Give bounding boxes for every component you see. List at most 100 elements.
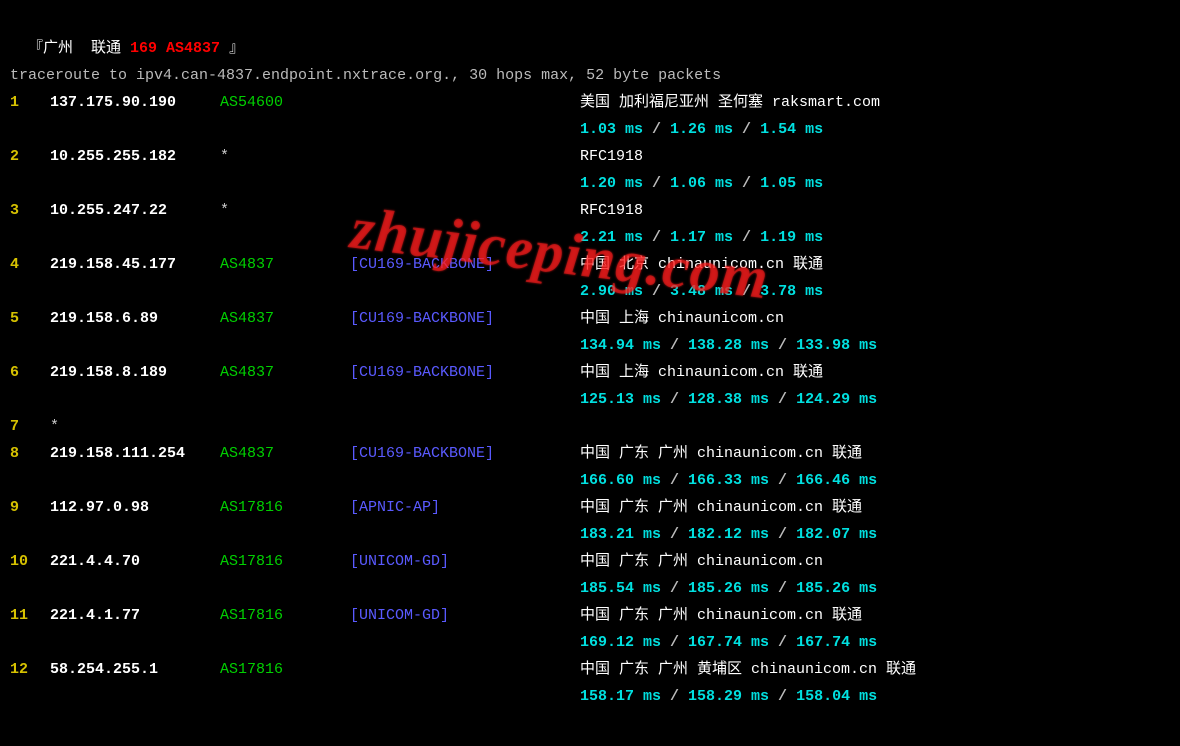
latency-1: 2.21 ms [580, 229, 643, 246]
hop-asn: AS17816 [220, 494, 350, 521]
latency-1: 158.17 ms [580, 688, 661, 705]
latency-sep: / [661, 337, 688, 354]
latency-3: 182.07 ms [796, 526, 877, 543]
latency-sep: / [661, 634, 688, 651]
latency-3: 166.46 ms [796, 472, 877, 489]
hop-backbone-tag: [CU169-BACKBONE] [350, 251, 580, 278]
latency-1: 134.94 ms [580, 337, 661, 354]
hop-backbone-tag: [CU169-BACKBONE] [350, 440, 580, 467]
hop-number: 4 [10, 251, 50, 278]
header-location: 广州 联通 [43, 40, 121, 57]
latency-2: 185.26 ms [688, 580, 769, 597]
hop-latency: 166.60 ms / 166.33 ms / 166.46 ms [10, 467, 1170, 494]
latency-sep: / [769, 472, 796, 489]
latency-sep: / [769, 337, 796, 354]
hop-latency: 134.94 ms / 138.28 ms / 133.98 ms [10, 332, 1170, 359]
latency-sep: / [643, 175, 670, 192]
latency-1: 125.13 ms [580, 391, 661, 408]
hop-latency: 183.21 ms / 182.12 ms / 182.07 ms [10, 521, 1170, 548]
header-line: 『广州 联通 169 AS4837 』 [10, 8, 1170, 62]
hop-number: 10 [10, 548, 50, 575]
hop-row: 310.255.247.22*RFC1918 [10, 197, 1170, 224]
hop-number: 9 [10, 494, 50, 521]
hop-ip: * [50, 413, 220, 440]
hop-number: 3 [10, 197, 50, 224]
hop-number: 8 [10, 440, 50, 467]
hop-ip: 221.4.4.70 [50, 548, 220, 575]
hop-ip: 10.255.255.182 [50, 143, 220, 170]
latency-sep: / [643, 229, 670, 246]
hop-row: 1258.254.255.1AS17816中国 广东 广州 黄埔区 chinau… [10, 656, 1170, 683]
latency-3: 124.29 ms [796, 391, 877, 408]
latency-2: 3.48 ms [670, 283, 733, 300]
hop-ip: 219.158.8.189 [50, 359, 220, 386]
latency-sep: / [643, 283, 670, 300]
hop-number: 2 [10, 143, 50, 170]
hop-row: 10221.4.4.70AS17816[UNICOM-GD]中国 广东 广州 c… [10, 548, 1170, 575]
latency-3: 3.78 ms [760, 283, 823, 300]
hop-location: 中国 上海 chinaunicom.cn [580, 305, 1170, 332]
hop-number: 1 [10, 89, 50, 116]
latency-sep: / [733, 175, 760, 192]
hop-ip: 58.254.255.1 [50, 656, 220, 683]
latency-1: 1.03 ms [580, 121, 643, 138]
hop-row: 210.255.255.182*RFC1918 [10, 143, 1170, 170]
hop-latency: 169.12 ms / 167.74 ms / 167.74 ms [10, 629, 1170, 656]
hop-location: 中国 广东 广州 chinaunicom.cn [580, 548, 1170, 575]
latency-sep: / [733, 229, 760, 246]
latency-3: 133.98 ms [796, 337, 877, 354]
latency-sep: / [643, 121, 670, 138]
hop-backbone-tag: [UNICOM-GD] [350, 548, 580, 575]
hop-asn: AS4837 [220, 440, 350, 467]
hop-row: 6219.158.8.189AS4837[CU169-BACKBONE]中国 上… [10, 359, 1170, 386]
hop-asn: AS17816 [220, 656, 350, 683]
latency-1: 166.60 ms [580, 472, 661, 489]
hop-row: 9112.97.0.98AS17816[APNIC-AP]中国 广东 广州 ch… [10, 494, 1170, 521]
latency-1: 2.90 ms [580, 283, 643, 300]
latency-3: 158.04 ms [796, 688, 877, 705]
bracket-open: 『 [28, 40, 43, 57]
hop-backbone-tag: [APNIC-AP] [350, 494, 580, 521]
hop-number: 11 [10, 602, 50, 629]
hop-backbone-tag: [UNICOM-GD] [350, 602, 580, 629]
hop-location: 中国 上海 chinaunicom.cn 联通 [580, 359, 1170, 386]
hop-row: 8219.158.111.254AS4837[CU169-BACKBONE]中国… [10, 440, 1170, 467]
latency-2: 138.28 ms [688, 337, 769, 354]
hop-latency: 158.17 ms / 158.29 ms / 158.04 ms [10, 683, 1170, 710]
latency-2: 1.06 ms [670, 175, 733, 192]
latency-sep: / [769, 688, 796, 705]
hop-asn: AS54600 [220, 89, 350, 116]
latency-3: 1.54 ms [760, 121, 823, 138]
hop-row: 5219.158.6.89AS4837[CU169-BACKBONE]中国 上海… [10, 305, 1170, 332]
latency-sep: / [661, 526, 688, 543]
hop-latency: 185.54 ms / 185.26 ms / 185.26 ms [10, 575, 1170, 602]
hop-latency: 1.03 ms / 1.26 ms / 1.54 ms [10, 116, 1170, 143]
hop-backbone-tag: [CU169-BACKBONE] [350, 305, 580, 332]
hop-location: 中国 广东 广州 chinaunicom.cn 联通 [580, 602, 1170, 629]
latency-2: 158.29 ms [688, 688, 769, 705]
latency-2: 166.33 ms [688, 472, 769, 489]
hop-backbone-tag [350, 143, 580, 170]
hop-ip: 219.158.6.89 [50, 305, 220, 332]
latency-sep: / [661, 391, 688, 408]
header-asn: 169 AS4837 [121, 40, 220, 57]
hops-list: 1137.175.90.190AS54600美国 加利福尼亚州 圣何塞 raks… [10, 89, 1170, 710]
hop-asn: AS17816 [220, 602, 350, 629]
hop-location: 中国 广东 广州 chinaunicom.cn 联通 [580, 440, 1170, 467]
hop-asn: AS4837 [220, 359, 350, 386]
hop-ip: 10.255.247.22 [50, 197, 220, 224]
hop-location: 美国 加利福尼亚州 圣何塞 raksmart.com [580, 89, 1170, 116]
hop-latency: 1.20 ms / 1.06 ms / 1.05 ms [10, 170, 1170, 197]
hop-latency: 2.90 ms / 3.48 ms / 3.78 ms [10, 278, 1170, 305]
hop-number: 6 [10, 359, 50, 386]
latency-3: 185.26 ms [796, 580, 877, 597]
latency-sep: / [733, 121, 760, 138]
latency-2: 182.12 ms [688, 526, 769, 543]
hop-location: RFC1918 [580, 197, 1170, 224]
hop-location [580, 413, 1170, 440]
hop-backbone-tag [350, 656, 580, 683]
hop-row: 1137.175.90.190AS54600美国 加利福尼亚州 圣何塞 raks… [10, 89, 1170, 116]
terminal-output: { "header": { "bracket_open": "『", "loca… [0, 0, 1180, 718]
bracket-close: 』 [220, 40, 244, 57]
latency-3: 1.05 ms [760, 175, 823, 192]
